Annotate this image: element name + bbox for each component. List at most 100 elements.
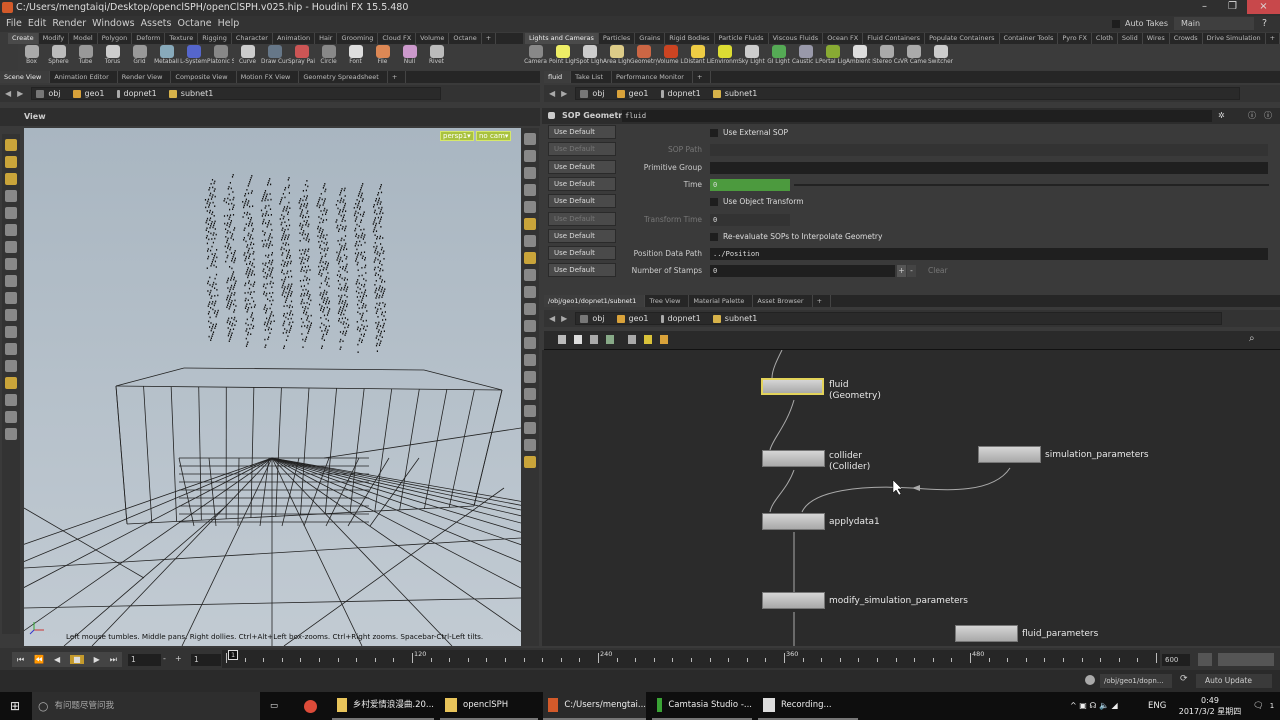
help-icon[interactable]: ? <box>1262 16 1267 32</box>
node-fluid-parameters[interactable]: fluid_parameters <box>955 625 1018 642</box>
forward-icon[interactable]: ▶ <box>17 89 23 98</box>
taskbar-item[interactable]: Recording... <box>758 692 858 720</box>
crumb-geo1[interactable]: geo1 <box>69 89 113 98</box>
play-reverse-icon[interactable]: ◀ <box>54 655 60 664</box>
shelf-tab[interactable]: Hair <box>315 33 337 44</box>
shelf-tool[interactable]: Circle <box>315 44 342 70</box>
shelf-tool[interactable]: Grid <box>126 44 153 70</box>
taskbar-item-houdini[interactable]: C:/Users/mengtai... <box>543 692 646 720</box>
jump-end-icon[interactable]: ⏭ <box>110 655 117 665</box>
shelf-tab[interactable]: Container Tools <box>1000 33 1059 44</box>
crumb-subnet1[interactable]: subnet1 <box>709 89 766 98</box>
update-path-field[interactable]: /obj/geo1/dopn... <box>1100 674 1172 688</box>
viewer-tool-icon[interactable] <box>5 190 17 202</box>
use-default-menu[interactable]: Use Default <box>548 194 616 208</box>
crumb-dopnet1[interactable]: dopnet1 <box>657 314 709 323</box>
viewer-tool-icon[interactable] <box>524 201 536 213</box>
shelf-tool[interactable]: Box <box>18 44 45 70</box>
shelf-tool[interactable]: Portal Light <box>819 44 846 70</box>
shelf-tool[interactable]: GI Light <box>765 44 792 70</box>
frame-minus-button[interactable]: - <box>163 654 166 663</box>
shelf-tab[interactable]: Rigid Bodies <box>665 33 714 44</box>
back-icon[interactable]: ◀ <box>5 89 11 98</box>
checkbox[interactable] <box>710 129 718 137</box>
crumb-obj[interactable]: obj <box>576 314 612 323</box>
menu-assets[interactable]: Assets <box>141 18 172 29</box>
shelf-tab[interactable]: Grains <box>635 33 665 44</box>
param-field[interactable]: 0 <box>710 214 790 226</box>
shelf-tool[interactable]: Volume Light <box>657 44 684 70</box>
back-icon[interactable]: ◀ <box>549 314 555 323</box>
viewer-tool-icon[interactable] <box>524 133 536 145</box>
network-box-icon[interactable] <box>660 335 668 344</box>
shelf-tool[interactable]: Draw Curve <box>261 44 288 70</box>
shelf-tool[interactable]: Ambient Lig... <box>846 44 873 70</box>
pane-tab[interactable]: Scene View <box>0 71 50 83</box>
viewer-tool-icon[interactable] <box>524 388 536 400</box>
shelf-tool[interactable]: Camera <box>522 44 549 70</box>
viewer-tool-icon[interactable] <box>524 320 536 332</box>
viewer-tool-icon[interactable] <box>5 360 17 372</box>
shelf-tab[interactable]: Drive Simulation <box>1203 33 1266 44</box>
pane-tab[interactable]: /obj/geo1/dopnet1/subnet1 <box>544 295 645 307</box>
viewer-tool-icon[interactable] <box>5 241 17 253</box>
node-simulation-parameters[interactable]: simulation_parameters <box>978 446 1041 463</box>
timeline-slider[interactable]: 1 120 240 360 480 <box>222 650 1160 668</box>
step-back-icon[interactable]: ⏪ <box>34 655 44 664</box>
path-field[interactable]: obj geo1 dopnet1 subnet1 <box>575 87 1240 100</box>
current-frame-field[interactable]: 1 <box>128 654 161 666</box>
shelf-tab[interactable]: Volume <box>416 33 449 44</box>
menu-help[interactable]: Help <box>218 18 240 29</box>
viewer-tool-icon[interactable] <box>524 235 536 247</box>
pane-tab[interactable]: Performance Monitor <box>612 71 693 83</box>
viewer-tool-icon[interactable] <box>524 371 536 383</box>
checkbox[interactable] <box>710 198 718 206</box>
menu-render[interactable]: Render <box>52 18 86 29</box>
shelf-tab-create[interactable]: Create <box>8 33 39 44</box>
crumb-geo1[interactable]: geo1 <box>613 314 657 323</box>
no-cam-menu[interactable]: no cam▾ <box>476 131 511 141</box>
desktop-select[interactable]: Main <box>1174 17 1254 30</box>
pane-tab[interactable]: Material Palette <box>689 295 753 307</box>
help-icon[interactable]: ⓘ <box>1264 108 1272 124</box>
stamps-plus-button[interactable]: + <box>897 265 906 277</box>
shelf-tool[interactable]: Tube <box>72 44 99 70</box>
add-tab-button[interactable]: + <box>813 295 831 307</box>
shelf-tab[interactable]: Solid <box>1118 33 1143 44</box>
param-field[interactable]: 0 <box>710 179 790 191</box>
menu-windows[interactable]: Windows <box>92 18 134 29</box>
viewer-tool-icon[interactable] <box>524 405 536 417</box>
shelf-tab[interactable]: Animation <box>273 33 315 44</box>
shelf-tab[interactable]: Character <box>232 33 273 44</box>
frame-plus-button[interactable]: + <box>175 654 182 663</box>
add-tab-button[interactable]: + <box>388 71 406 83</box>
shelf-tab[interactable]: Ocean FX <box>823 33 863 44</box>
shelf-tab[interactable]: Polygon <box>98 33 133 44</box>
search-box[interactable]: ○ 有问题尽管问我 <box>32 692 260 720</box>
taskbar-item[interactable]: openclSPH <box>440 692 538 720</box>
shelf-tool[interactable]: Torus <box>99 44 126 70</box>
shape-icon[interactable] <box>628 335 636 344</box>
viewer-tool-icon[interactable] <box>524 167 536 179</box>
shelf-tab[interactable]: Cloud FX <box>378 33 416 44</box>
stamps-minus-button[interactable]: - <box>907 265 916 277</box>
taskbar-item[interactable]: Camtasia Studio -... <box>652 692 752 720</box>
crumb-obj[interactable]: obj <box>32 89 68 98</box>
checkbox[interactable] <box>710 233 718 241</box>
viewer-tool-icon[interactable] <box>5 224 17 236</box>
viewer-tool-icon[interactable] <box>524 337 536 349</box>
crumb-obj[interactable]: obj <box>576 89 612 98</box>
use-default-menu[interactable]: Use Default <box>548 125 616 139</box>
shelf-tab[interactable]: Populate Containers <box>925 33 999 44</box>
viewer-tool-icon[interactable] <box>524 286 536 298</box>
path-field[interactable]: obj geo1 dopnet1 subnet1 <box>575 312 1222 325</box>
pane-tab[interactable]: Motion FX View <box>237 71 300 83</box>
search-icon[interactable]: ⌕ <box>1249 333 1255 344</box>
viewer-tool-icon[interactable] <box>5 377 17 389</box>
shelf-tool[interactable]: Geometry L... <box>630 44 657 70</box>
sticky-note-icon[interactable] <box>644 335 652 344</box>
shelf-tool[interactable]: Distant Light <box>684 44 711 70</box>
shelf-tool[interactable]: Environmen... <box>711 44 738 70</box>
pane-tab[interactable]: fluid <box>544 71 571 83</box>
viewer-tool-icon[interactable] <box>5 411 17 423</box>
